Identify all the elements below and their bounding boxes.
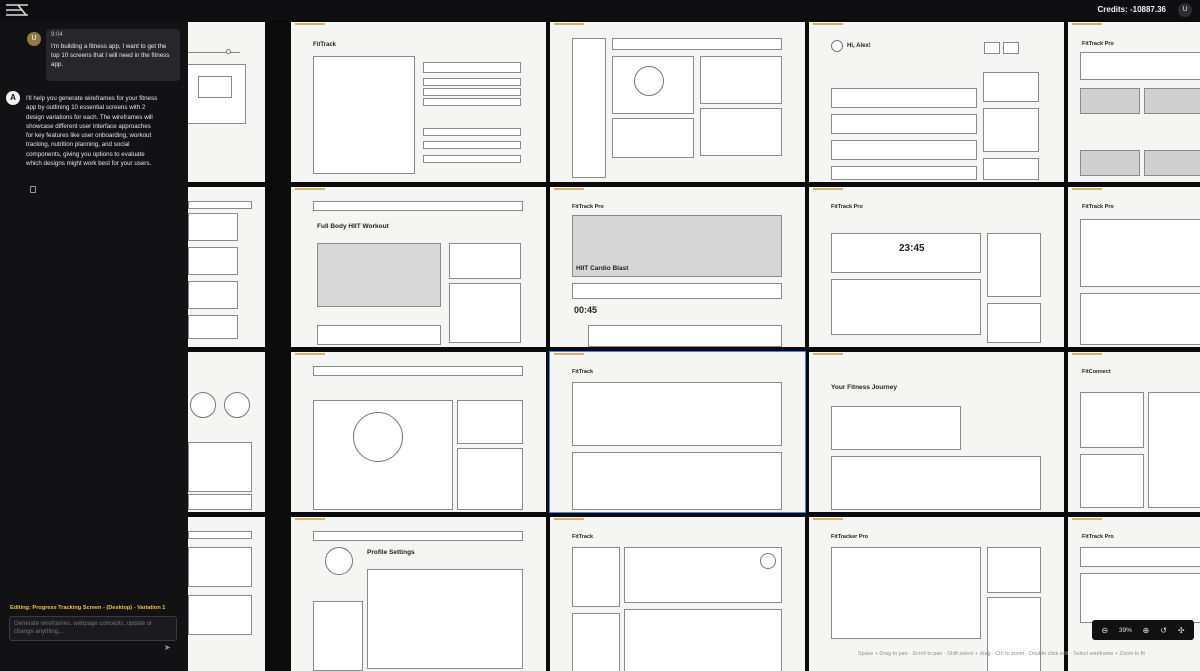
wireframe-card[interactable]: Full Body HIIT Workout bbox=[291, 187, 546, 347]
wireframe-card[interactable]: Your Fitness Journey bbox=[809, 352, 1064, 512]
assistant-message-text: I'll help you generate wireframes for yo… bbox=[26, 95, 158, 168]
zoom-level: 39% bbox=[1118, 626, 1132, 634]
wireframe-title: Full Body HIIT Workout bbox=[317, 223, 389, 230]
wireframe-card[interactable]: FitConnect bbox=[1068, 352, 1200, 512]
wireframe-card[interactable]: FitTrack Pro bbox=[1068, 22, 1200, 182]
wireframe-card[interactable] bbox=[188, 352, 265, 512]
wireframe-title: FitTrack bbox=[572, 534, 594, 540]
wireframe-canvas[interactable]: FitTrack Hi, Alex! FitTrack Pro Full Bod… bbox=[188, 20, 1200, 671]
user-avatar[interactable]: U bbox=[1178, 3, 1192, 17]
wireframe-card[interactable]: FitTracker Pro bbox=[809, 517, 1064, 671]
wireframe-card[interactable]: FitTrack Pro bbox=[1068, 187, 1200, 347]
wireframe-title: Profile Settings bbox=[367, 549, 415, 556]
wireframe-card[interactable]: FitTrack Pro bbox=[1068, 517, 1200, 671]
workout-timer: 00:45 bbox=[574, 305, 598, 315]
wireframe-title: FitTrack Pro bbox=[1082, 41, 1114, 47]
zoom-in-icon[interactable]: ⊕ bbox=[1139, 626, 1153, 635]
wireframe-card[interactable] bbox=[188, 517, 265, 671]
wireframe-card-selected[interactable]: FitTrack bbox=[549, 351, 806, 513]
wireframe-card[interactable]: FitTrack Pro HIIT Cardio Blast 00:45 bbox=[550, 187, 805, 347]
wireframe-title: Hi, Alex! bbox=[847, 43, 871, 49]
top-bar: Credits: -10887.36 U bbox=[0, 0, 1200, 20]
canvas-hint: Space + Drag to pan · Scroll to pan · Sh… bbox=[858, 651, 1145, 657]
wireframe-card[interactable]: FitTrack bbox=[291, 22, 546, 182]
wireframe-title: FitTrack bbox=[572, 369, 594, 375]
assistant-avatar: A bbox=[6, 91, 20, 105]
credits-balance: Credits: -10887.36 bbox=[1097, 5, 1166, 14]
workout-timer: 23:45 bbox=[899, 243, 925, 254]
zoom-toolbar: ⊖ 39% ⊕ ↺ ✣ bbox=[1092, 620, 1194, 640]
user-message-avatar: U bbox=[27, 32, 41, 46]
wireframe-title: FitConnect bbox=[1082, 369, 1111, 375]
zoom-out-icon[interactable]: ⊖ bbox=[1098, 626, 1112, 635]
wireframe-title: FitTracker Pro bbox=[831, 534, 868, 540]
wireframe-title: Your Fitness Journey bbox=[831, 384, 897, 391]
user-message-time: 9:04 bbox=[51, 32, 63, 38]
wireframe-title: FitTrack bbox=[313, 42, 337, 48]
wireframe-card[interactable]: Profile Settings bbox=[291, 517, 546, 671]
copy-icon[interactable] bbox=[30, 186, 36, 193]
editing-label: Editing: Progress Tracking Screen - (Des… bbox=[10, 605, 166, 611]
wireframe-card[interactable] bbox=[188, 22, 265, 182]
wireframe-title: FitTrack Pro bbox=[831, 204, 863, 210]
fit-to-screen-icon[interactable]: ✣ bbox=[1174, 626, 1188, 635]
wireframe-card[interactable] bbox=[550, 22, 805, 182]
app-logo-icon[interactable] bbox=[4, 3, 30, 17]
wireframe-title: FitTrack Pro bbox=[1082, 204, 1114, 210]
chat-panel: U 9:04 I'm building a fitness app, I wan… bbox=[0, 20, 188, 671]
user-message-text: I'm building a fitness app, I want to ge… bbox=[51, 43, 170, 68]
wireframe-card[interactable] bbox=[291, 352, 546, 512]
wireframe-card[interactable]: Hi, Alex! bbox=[809, 22, 1064, 182]
wireframe-title: FitTrack Pro bbox=[1082, 534, 1114, 540]
wireframe-title: FitTrack Pro bbox=[572, 204, 604, 210]
wireframe-card[interactable]: FitTrack bbox=[550, 517, 805, 671]
wireframe-card[interactable]: FitTrack Pro 23:45 bbox=[809, 187, 1064, 347]
workout-name: HIIT Cardio Blast bbox=[576, 265, 629, 272]
reset-view-icon[interactable]: ↺ bbox=[1157, 626, 1171, 635]
user-message: 9:04 I'm building a fitness app, I want … bbox=[46, 29, 180, 81]
wireframe-card[interactable] bbox=[188, 187, 265, 347]
prompt-input[interactable] bbox=[9, 616, 177, 641]
send-icon[interactable]: ➤ bbox=[164, 643, 171, 652]
